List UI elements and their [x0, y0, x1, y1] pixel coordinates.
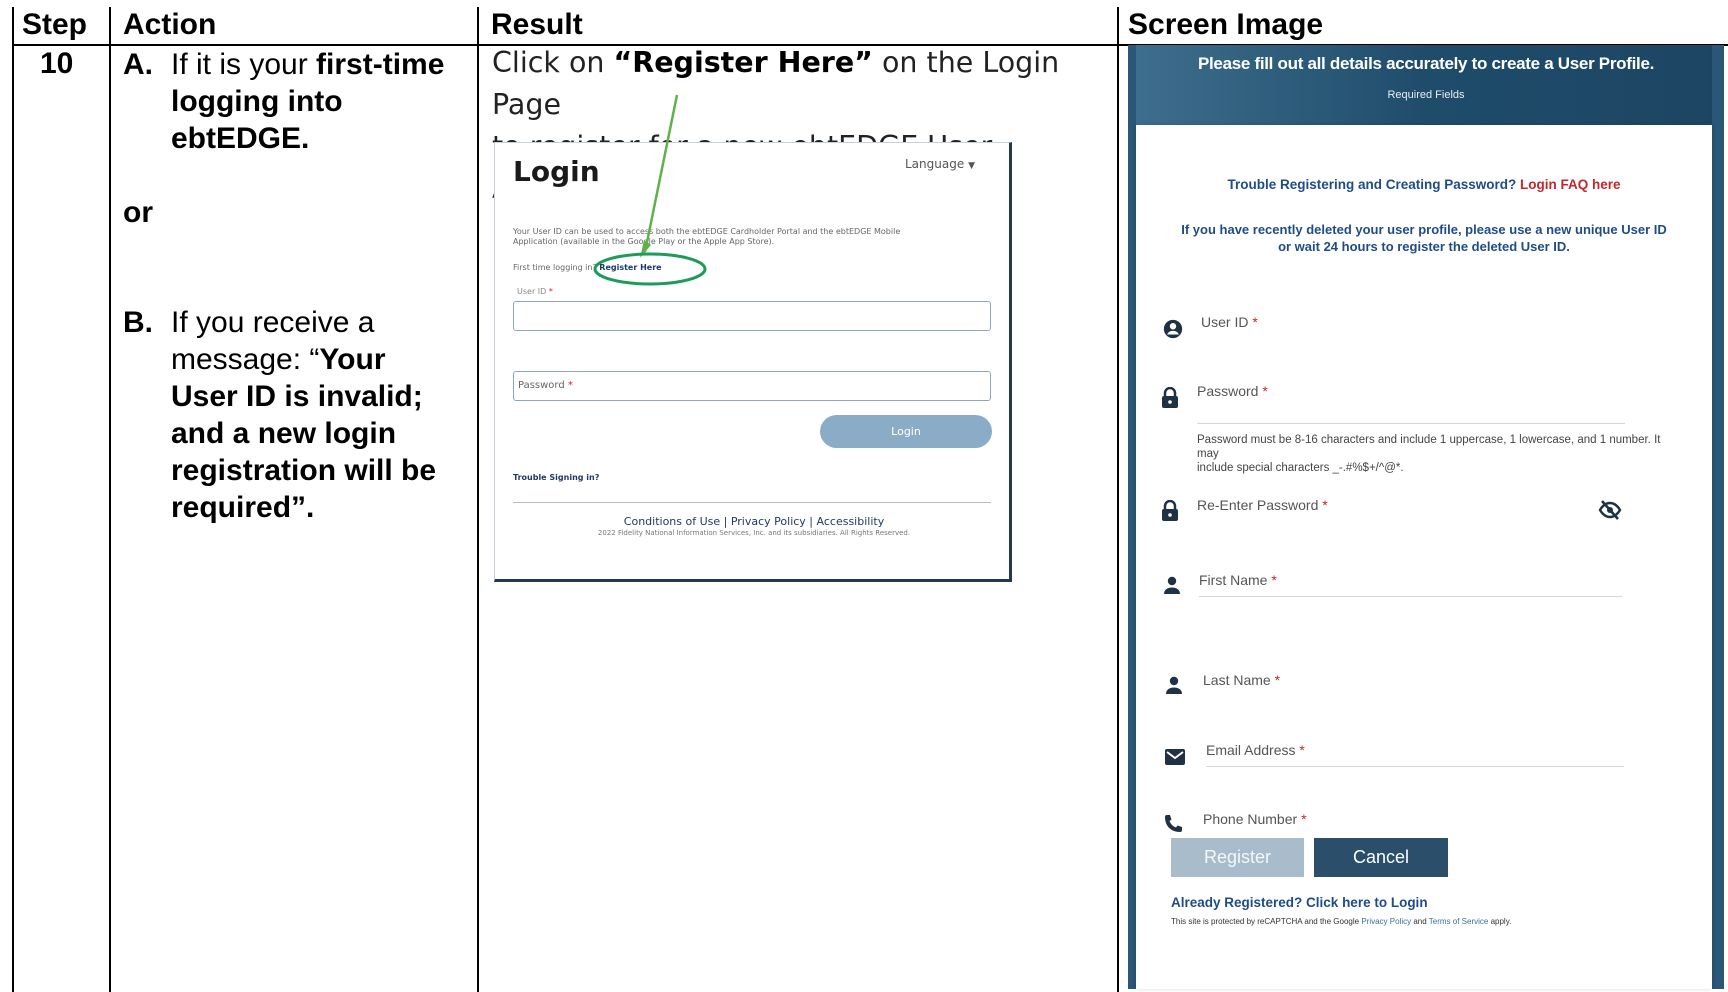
header-step: Step [22, 8, 88, 41]
phone-icon [1161, 814, 1185, 838]
step-number: 10 [40, 47, 74, 80]
terms-of-service-link[interactable]: Terms of Service [1429, 917, 1489, 926]
action-a-bold-3: ebtEDGE. [171, 122, 310, 155]
result-register-here-quote: “Register Here” [613, 46, 873, 79]
login-userid-input[interactable] [513, 301, 991, 331]
registration-form: Trouble Registering and Creating Passwor… [1136, 125, 1712, 989]
result-line1: Click on [492, 46, 614, 79]
login-button[interactable]: Login [820, 415, 992, 448]
action-a-bold-1: first-time [316, 48, 445, 81]
password-hint-1: Password must be 8-16 characters and inc… [1197, 434, 1661, 460]
registration-header-text: Please fill out all details accurately t… [1197, 54, 1655, 73]
phone-field[interactable]: Phone Number * [1203, 811, 1307, 827]
divider [513, 502, 991, 503]
password-field[interactable]: Password * [1197, 383, 1268, 399]
reenter-password-field[interactable]: Re-Enter Password * [1197, 497, 1328, 513]
header-result: Result [491, 8, 583, 41]
annotation-overlay [593, 94, 707, 286]
action-b-line-4: and a new login [171, 417, 397, 450]
deleted-profile-line-2: or wait 24 hours to register the deleted… [1278, 239, 1570, 254]
password-hint-2: include special characters _-.#%$+/^@*. [1197, 462, 1404, 474]
person-icon [1160, 575, 1184, 599]
lock-icon [1158, 386, 1182, 411]
action-b-line-5: registration will be [171, 454, 437, 487]
trouble-registering-text: Trouble Registering and Creating Passwor… [1227, 177, 1517, 192]
action-a-bold-2: logging into [171, 85, 343, 118]
action-b-line-2-bold: Your [319, 343, 386, 376]
action-b-line-3: User ID is invalid; [171, 380, 423, 413]
first-name-field[interactable]: First Name * [1199, 572, 1277, 588]
person-icon [1162, 675, 1186, 699]
privacy-policy-link[interactable]: Privacy Policy [1361, 917, 1411, 926]
cancel-button[interactable]: Cancel [1314, 838, 1448, 877]
registration-screenshot: Please fill out all details accurately t… [1128, 45, 1724, 989]
login-password-input[interactable]: Password * [513, 371, 991, 401]
action-b-marker: B. [123, 306, 153, 339]
action-b-line-1: If you receive a [171, 306, 375, 339]
eye-slash-icon[interactable] [1598, 499, 1622, 523]
footer-links[interactable]: Conditions of Use | Privacy Policy | Acc… [495, 515, 1013, 528]
email-field[interactable]: Email Address * [1206, 742, 1305, 758]
last-name-field[interactable]: Last Name * [1203, 672, 1280, 688]
action-b-line-6: required”. [171, 491, 315, 524]
action-or: or [123, 196, 153, 229]
header-screen-image: Screen Image [1128, 8, 1324, 41]
chevron-down-icon: ▼ [968, 161, 975, 171]
highlight-circle [593, 252, 707, 286]
language-selector[interactable]: Language [905, 157, 964, 171]
lock-icon [1158, 499, 1182, 524]
recaptcha-notice: This site is protected by reCAPTCHA and … [1171, 917, 1512, 926]
required-fields-note: Required Fields [1387, 89, 1465, 101]
action-b-line-2: message: “ [171, 343, 320, 376]
green-arrow [643, 94, 679, 253]
already-registered-link[interactable]: Already Registered? Click here to Login [1171, 895, 1428, 910]
action-a-text: If it is your [171, 48, 317, 81]
userid-field[interactable]: User ID * [1201, 314, 1258, 330]
password-label: Password [518, 380, 565, 391]
deleted-profile-line-1: If you have recently deleted your user p… [1181, 222, 1667, 237]
login-faq-link[interactable]: Login FAQ here [1520, 177, 1621, 192]
register-button[interactable]: Register [1171, 838, 1304, 877]
user-circle-icon [1161, 318, 1185, 342]
header-action: Action [123, 8, 217, 41]
envelope-icon [1163, 747, 1187, 771]
trouble-signing-link[interactable]: Trouble Signing in? [513, 473, 599, 482]
copyright: 2022 Fidelity National Information Servi… [597, 529, 911, 537]
action-a-marker: A. [123, 48, 153, 81]
